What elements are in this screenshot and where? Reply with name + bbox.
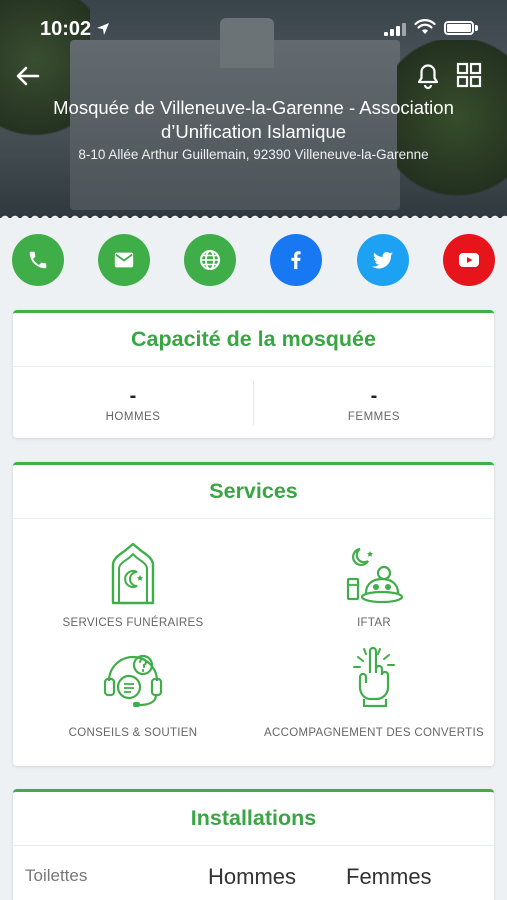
- battery-icon: [444, 21, 474, 35]
- grid-menu-icon[interactable]: [456, 62, 482, 88]
- raised-finger-icon: [353, 646, 395, 707]
- youtube-button[interactable]: [443, 234, 495, 286]
- capacity-title: Capacité de la mosquée: [13, 313, 494, 367]
- women-capacity-label: FEMMES: [347, 411, 401, 423]
- service-iftar[interactable]: IFTAR: [254, 519, 494, 639]
- service-support[interactable]: CONSEILS & SOUTIEN: [13, 643, 253, 763]
- facebook-button[interactable]: [270, 234, 322, 286]
- service-funeral[interactable]: SERVICES FUNÉRAIRES: [13, 519, 253, 639]
- website-button[interactable]: [184, 234, 236, 286]
- service-label: CONSEILS & SOUTIEN: [68, 727, 198, 739]
- mosque-address: 8-10 Allée Arthur Guillemain, 92390 Vill…: [78, 147, 429, 162]
- scalloped-edge: [0, 210, 507, 218]
- toilets-label: Toilettes: [25, 866, 88, 885]
- twitter-icon: [372, 251, 393, 269]
- men-capacity-label: HOMMES: [105, 411, 161, 423]
- capacity-row: - HOMMES - FEMMES: [13, 367, 494, 437]
- men-capacity-value: -: [129, 385, 137, 407]
- facebook-icon: [291, 251, 301, 270]
- globe-icon: [200, 250, 220, 270]
- installations-row: Toilettes Hommes Femmes: [13, 846, 494, 900]
- email-button[interactable]: [98, 234, 150, 286]
- youtube-icon: [459, 253, 479, 267]
- service-label: SERVICES FUNÉRAIRES: [62, 617, 204, 629]
- iftar-meal-icon: [346, 547, 404, 604]
- wifi-icon: [414, 19, 436, 34]
- status-bar: 10:02: [0, 0, 507, 56]
- location-arrow-icon: [97, 23, 109, 35]
- twitter-button[interactable]: [357, 234, 409, 286]
- mosque-title: Mosquée de Villeneuve-la-Garenne - Assoc…: [53, 97, 454, 142]
- services-title: Services: [13, 465, 494, 519]
- services-grid: SERVICES FUNÉRAIRES IFTAR CONSEILS & SOU…: [13, 519, 494, 765]
- men-column-header: Hommes: [208, 864, 297, 889]
- service-label: IFTAR: [357, 617, 391, 629]
- installations-card: Installations Toilettes Hommes Femmes: [13, 789, 494, 900]
- women-capacity-value: -: [370, 385, 378, 407]
- phone-button[interactable]: [12, 234, 64, 286]
- capacity-men: - HOMMES: [13, 367, 253, 437]
- back-arrow-icon[interactable]: [14, 62, 42, 90]
- service-converts[interactable]: ACCOMPAGNEMENT DES CONVERTIS: [254, 643, 494, 763]
- battery-tip: [475, 25, 478, 31]
- services-card: Services SERVICES FUNÉRAIRES IFTAR CONSE…: [13, 462, 494, 766]
- mail-icon: [114, 252, 134, 268]
- bell-icon[interactable]: [414, 60, 442, 90]
- signal-icon: [384, 22, 406, 36]
- status-time: 10:02: [40, 18, 92, 40]
- phone-icon: [29, 251, 47, 269]
- women-column-header: Femmes: [346, 864, 432, 889]
- service-label: ACCOMPAGNEMENT DES CONVERTIS: [264, 727, 484, 739]
- capacity-women: - FEMMES: [254, 367, 494, 437]
- installations-title: Installations: [13, 792, 494, 846]
- support-headset-icon: [103, 654, 163, 707]
- mosque-crescent-icon: [111, 543, 155, 605]
- capacity-card: Capacité de la mosquée - HOMMES - FEMMES: [13, 310, 494, 438]
- contact-buttons-row: [0, 234, 507, 288]
